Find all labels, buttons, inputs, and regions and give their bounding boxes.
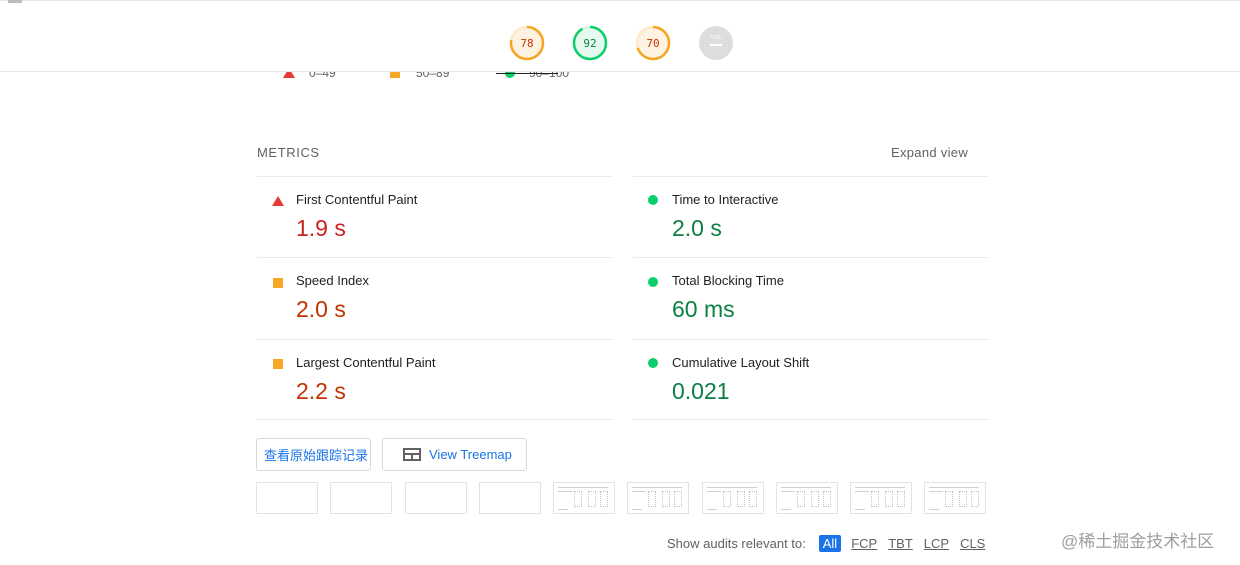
treemap-icon [403, 448, 421, 461]
filmstrip-frame [479, 482, 541, 514]
metric-total-blocking-time: Total Blocking Time 60 ms [633, 257, 989, 338]
audit-filter: Show audits relevant to: All FCP TBT LCP… [667, 535, 986, 552]
metric-speed-index: Speed Index 2.0 s [257, 257, 613, 338]
gauge-fail-label: FAIL [709, 35, 723, 41]
metrics-divider [633, 419, 989, 420]
metric-name: Time to Interactive [672, 192, 779, 207]
filmstrip-frame [553, 482, 615, 514]
gauge-score: 92 [583, 36, 597, 50]
tab-underline [496, 73, 558, 74]
score-gauge-best-practices[interactable]: 70 [635, 25, 671, 61]
gauge-score: 70 [646, 36, 660, 50]
metric-name: Largest Contentful Paint [296, 355, 436, 370]
metric-value: 2.0 s [296, 296, 346, 322]
metric-time-to-interactive: Time to Interactive 2.0 s [633, 176, 989, 257]
orange-square-icon [273, 359, 283, 369]
metric-name: Speed Index [296, 273, 370, 288]
metric-value: 2.0 s [672, 215, 722, 241]
filmstrip-frame [627, 482, 689, 514]
green-circle-icon [648, 195, 658, 205]
filter-tbt-button[interactable]: TBT [887, 536, 914, 551]
scroll-indicator [8, 0, 22, 3]
filter-cls-button[interactable]: CLS [959, 536, 986, 551]
score-gauge-pwa[interactable]: FAIL [698, 25, 734, 61]
sticky-score-header: 78 92 70 FAIL [0, 0, 1240, 74]
metric-cumulative-layout-shift: Cumulative Layout Shift 0.021 [633, 339, 989, 420]
score-gauge-accessibility[interactable]: 92 [572, 25, 608, 61]
filmstrip-frame [330, 482, 392, 514]
metrics-title: METRICS [257, 145, 320, 160]
minus-icon [710, 44, 722, 46]
metric-value: 2.2 s [296, 378, 346, 404]
metrics-divider [257, 419, 613, 420]
filmstrip-frame [256, 482, 318, 514]
view-trace-button[interactable]: 查看原始跟踪记录 [256, 438, 371, 471]
metric-first-contentful-paint: First Contentful Paint 1.9 s [257, 176, 613, 257]
green-circle-icon [648, 277, 658, 287]
metric-name: Total Blocking Time [672, 273, 784, 288]
expand-view-toggle[interactable]: Expand view [891, 145, 968, 160]
view-trace-label: 查看原始跟踪记录 [264, 448, 369, 463]
metric-name: Cumulative Layout Shift [672, 355, 810, 370]
score-gauge-performance[interactable]: 78 [509, 25, 545, 61]
metric-largest-contentful-paint: Largest Contentful Paint 2.2 s [257, 339, 613, 420]
filter-fcp-button[interactable]: FCP [850, 536, 878, 551]
green-circle-icon [648, 358, 658, 368]
watermark-text: @稀土掘金技术社区 [1061, 532, 1215, 551]
filmstrip-frame [776, 482, 838, 514]
view-treemap-label: View Treemap [429, 447, 512, 462]
filter-all-button[interactable]: All [818, 535, 842, 552]
filmstrip-frame [405, 482, 467, 514]
metric-value: 60 ms [672, 296, 735, 322]
filter-lcp-button[interactable]: LCP [923, 536, 950, 551]
orange-square-icon [273, 278, 283, 288]
filmstrip-frame [702, 482, 764, 514]
gauge-score: 78 [520, 36, 534, 50]
filmstrip-frame [924, 482, 986, 514]
metric-value: 1.9 s [296, 215, 346, 241]
red-triangle-icon [272, 196, 284, 206]
metric-value: 0.021 [672, 378, 730, 404]
metric-name: First Contentful Paint [296, 192, 418, 207]
filmstrip-frame [850, 482, 912, 514]
audit-filter-label: Show audits relevant to: [667, 536, 806, 551]
view-treemap-button[interactable]: View Treemap [382, 438, 527, 471]
